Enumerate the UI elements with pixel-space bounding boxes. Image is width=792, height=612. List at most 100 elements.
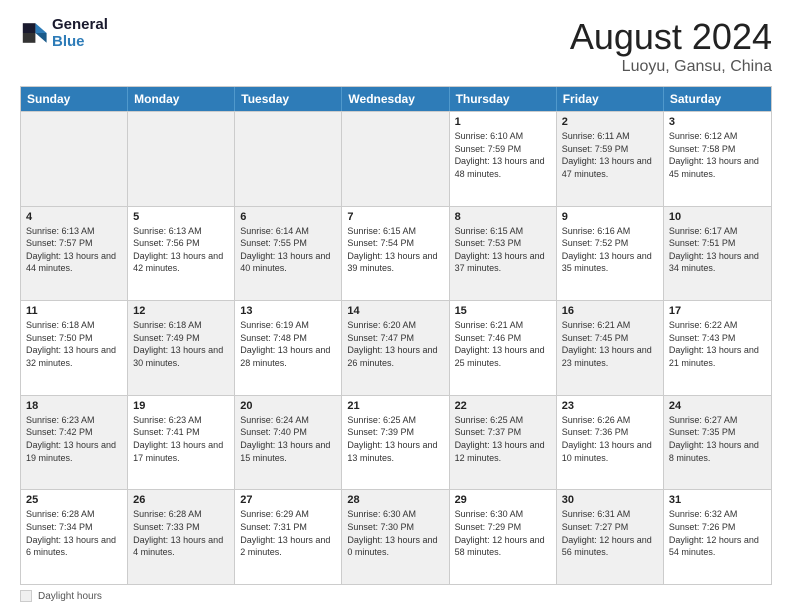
calendar-header: SundayMondayTuesdayWednesdayThursdayFrid… xyxy=(21,87,771,111)
calendar-cell: 13 Sunrise: 6:19 AM Sunset: 7:48 PM Dayli… xyxy=(235,301,342,395)
calendar-cell: 7 Sunrise: 6:15 AM Sunset: 7:54 PM Daylig… xyxy=(342,207,449,301)
calendar-cell: 4Sunrise: 6:13 AM Sunset: 7:57 PM Daylig… xyxy=(21,207,128,301)
day-number: 11 xyxy=(26,305,122,317)
day-number: 12 xyxy=(133,305,229,317)
title-block: August 2024 Luoyu, Gansu, China xyxy=(570,16,772,76)
day-number: 7 xyxy=(347,211,443,223)
shaded-box xyxy=(20,590,32,602)
weekday-header-wednesday: Wednesday xyxy=(342,87,449,111)
calendar-cell xyxy=(342,112,449,206)
day-info: Sunrise: 6:30 AM Sunset: 7:30 PM Dayligh… xyxy=(347,508,443,558)
day-number: 2 xyxy=(562,116,658,128)
day-number: 22 xyxy=(455,400,551,412)
calendar: SundayMondayTuesdayWednesdayThursdayFrid… xyxy=(20,86,772,585)
day-number: 3 xyxy=(669,116,766,128)
day-info: Sunrise: 6:16 AM Sunset: 7:52 PM Dayligh… xyxy=(562,225,658,275)
calendar-week-3: 11 Sunrise: 6:18 AM Sunset: 7:50 PM Dayli… xyxy=(21,300,771,395)
day-number: 27 xyxy=(240,494,336,506)
day-number: 29 xyxy=(455,494,551,506)
day-info: Sunrise: 6:19 AM Sunset: 7:48 PM Dayligh… xyxy=(240,319,336,369)
calendar-cell: 8Sunrise: 6:15 AM Sunset: 7:53 PM Daylig… xyxy=(450,207,557,301)
calendar-cell xyxy=(128,112,235,206)
day-info: Sunrise: 6:28 AM Sunset: 7:34 PM Dayligh… xyxy=(26,508,122,558)
calendar-cell: 29 Sunrise: 6:30 AM Sunset: 7:29 PM Dayli… xyxy=(450,490,557,584)
day-info: Sunrise: 6:23 AM Sunset: 7:42 PM Dayligh… xyxy=(26,414,122,464)
day-info: Sunrise: 6:25 AM Sunset: 7:39 PM Dayligh… xyxy=(347,414,443,464)
calendar-cell: 20 Sunrise: 6:24 AM Sunset: 7:40 PM Dayli… xyxy=(235,396,342,490)
logo-icon xyxy=(20,19,48,47)
calendar-week-5: 25 Sunrise: 6:28 AM Sunset: 7:34 PM Dayli… xyxy=(21,489,771,584)
day-info: Sunrise: 6:14 AM Sunset: 7:55 PM Dayligh… xyxy=(240,225,336,275)
footer-label: Daylight hours xyxy=(38,591,102,602)
page-header: General Blue August 2024 Luoyu, Gansu, C… xyxy=(20,16,772,76)
weekday-header-monday: Monday xyxy=(128,87,235,111)
day-number: 10 xyxy=(669,211,766,223)
day-number: 17 xyxy=(669,305,766,317)
day-number: 26 xyxy=(133,494,229,506)
calendar-cell: 19 Sunrise: 6:23 AM Sunset: 7:41 PM Dayli… xyxy=(128,396,235,490)
calendar-cell: 3 Sunrise: 6:12 AM Sunset: 7:58 PM Daylig… xyxy=(664,112,771,206)
day-info: Sunrise: 6:17 AM Sunset: 7:51 PM Dayligh… xyxy=(669,225,766,275)
day-number: 15 xyxy=(455,305,551,317)
calendar-cell: 18 Sunrise: 6:23 AM Sunset: 7:42 PM Dayli… xyxy=(21,396,128,490)
day-info: Sunrise: 6:30 AM Sunset: 7:29 PM Dayligh… xyxy=(455,508,551,558)
day-info: Sunrise: 6:31 AM Sunset: 7:27 PM Dayligh… xyxy=(562,508,658,558)
day-info: Sunrise: 6:12 AM Sunset: 7:58 PM Dayligh… xyxy=(669,130,766,180)
footer-note: Daylight hours xyxy=(20,590,772,602)
calendar-cell: 24Sunrise: 6:27 AM Sunset: 7:35 PM Dayli… xyxy=(664,396,771,490)
day-number: 21 xyxy=(347,400,443,412)
calendar-cell: 26 Sunrise: 6:28 AM Sunset: 7:33 PM Dayli… xyxy=(128,490,235,584)
day-info: Sunrise: 6:22 AM Sunset: 7:43 PM Dayligh… xyxy=(669,319,766,369)
calendar-cell: 21 Sunrise: 6:25 AM Sunset: 7:39 PM Dayli… xyxy=(342,396,449,490)
day-number: 9 xyxy=(562,211,658,223)
day-info: Sunrise: 6:18 AM Sunset: 7:49 PM Dayligh… xyxy=(133,319,229,369)
calendar-cell: 6 Sunrise: 6:14 AM Sunset: 7:55 PM Daylig… xyxy=(235,207,342,301)
calendar-cell: 5Sunrise: 6:13 AM Sunset: 7:56 PM Daylig… xyxy=(128,207,235,301)
day-number: 28 xyxy=(347,494,443,506)
day-number: 1 xyxy=(455,116,551,128)
weekday-header-friday: Friday xyxy=(557,87,664,111)
calendar-cell xyxy=(235,112,342,206)
calendar-cell: 31Sunrise: 6:32 AM Sunset: 7:26 PM Dayli… xyxy=(664,490,771,584)
day-info: Sunrise: 6:28 AM Sunset: 7:33 PM Dayligh… xyxy=(133,508,229,558)
day-number: 6 xyxy=(240,211,336,223)
calendar-cell: 16 Sunrise: 6:21 AM Sunset: 7:45 PM Dayli… xyxy=(557,301,664,395)
calendar-cell: 15 Sunrise: 6:21 AM Sunset: 7:46 PM Dayli… xyxy=(450,301,557,395)
calendar-cell: 27Sunrise: 6:29 AM Sunset: 7:31 PM Dayli… xyxy=(235,490,342,584)
day-info: Sunrise: 6:15 AM Sunset: 7:54 PM Dayligh… xyxy=(347,225,443,275)
calendar-cell: 12 Sunrise: 6:18 AM Sunset: 7:49 PM Dayli… xyxy=(128,301,235,395)
day-info: Sunrise: 6:18 AM Sunset: 7:50 PM Dayligh… xyxy=(26,319,122,369)
calendar-week-2: 4Sunrise: 6:13 AM Sunset: 7:57 PM Daylig… xyxy=(21,206,771,301)
day-number: 16 xyxy=(562,305,658,317)
day-info: Sunrise: 6:23 AM Sunset: 7:41 PM Dayligh… xyxy=(133,414,229,464)
day-number: 19 xyxy=(133,400,229,412)
day-info: Sunrise: 6:13 AM Sunset: 7:56 PM Dayligh… xyxy=(133,225,229,275)
calendar-cell: 30 Sunrise: 6:31 AM Sunset: 7:27 PM Dayli… xyxy=(557,490,664,584)
day-number: 30 xyxy=(562,494,658,506)
calendar-cell: 14 Sunrise: 6:20 AM Sunset: 7:47 PM Dayli… xyxy=(342,301,449,395)
day-number: 20 xyxy=(240,400,336,412)
day-info: Sunrise: 6:21 AM Sunset: 7:45 PM Dayligh… xyxy=(562,319,658,369)
calendar-cell xyxy=(21,112,128,206)
calendar-cell: 1Sunrise: 6:10 AM Sunset: 7:59 PM Daylig… xyxy=(450,112,557,206)
day-info: Sunrise: 6:21 AM Sunset: 7:46 PM Dayligh… xyxy=(455,319,551,369)
day-info: Sunrise: 6:15 AM Sunset: 7:53 PM Dayligh… xyxy=(455,225,551,275)
day-number: 31 xyxy=(669,494,766,506)
day-info: Sunrise: 6:25 AM Sunset: 7:37 PM Dayligh… xyxy=(455,414,551,464)
day-number: 13 xyxy=(240,305,336,317)
calendar-body: 1Sunrise: 6:10 AM Sunset: 7:59 PM Daylig… xyxy=(21,111,771,584)
day-info: Sunrise: 6:20 AM Sunset: 7:47 PM Dayligh… xyxy=(347,319,443,369)
weekday-header-tuesday: Tuesday xyxy=(235,87,342,111)
day-info: Sunrise: 6:24 AM Sunset: 7:40 PM Dayligh… xyxy=(240,414,336,464)
location-title: Luoyu, Gansu, China xyxy=(570,58,772,76)
day-info: Sunrise: 6:11 AM Sunset: 7:59 PM Dayligh… xyxy=(562,130,658,180)
weekday-header-sunday: Sunday xyxy=(21,87,128,111)
month-title: August 2024 xyxy=(570,16,772,58)
day-info: Sunrise: 6:13 AM Sunset: 7:57 PM Dayligh… xyxy=(26,225,122,275)
day-number: 18 xyxy=(26,400,122,412)
day-number: 25 xyxy=(26,494,122,506)
day-number: 14 xyxy=(347,305,443,317)
calendar-cell: 2 Sunrise: 6:11 AM Sunset: 7:59 PM Daylig… xyxy=(557,112,664,206)
calendar-cell: 11 Sunrise: 6:18 AM Sunset: 7:50 PM Dayli… xyxy=(21,301,128,395)
calendar-cell: 23Sunrise: 6:26 AM Sunset: 7:36 PM Dayli… xyxy=(557,396,664,490)
